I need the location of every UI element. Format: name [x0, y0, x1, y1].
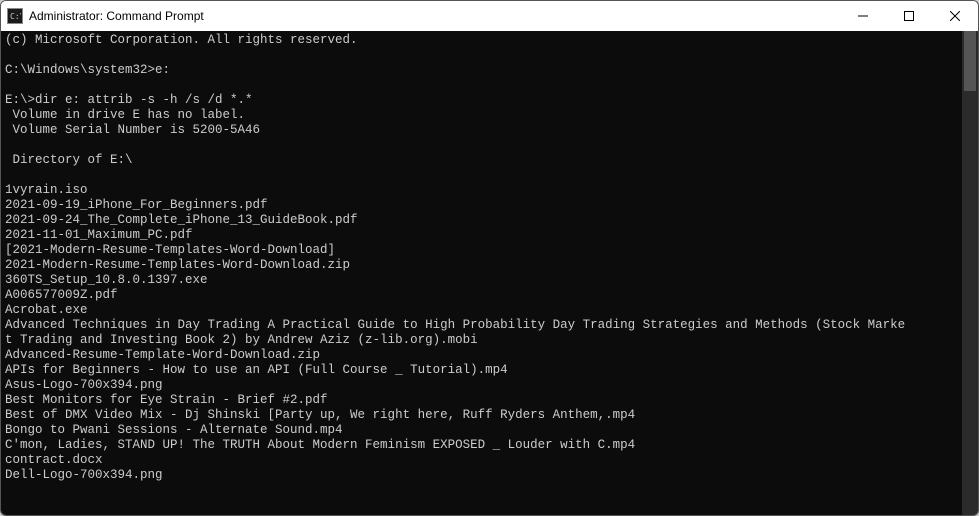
close-button[interactable]: [932, 1, 978, 31]
scrollbar[interactable]: [962, 31, 978, 515]
terminal-output[interactable]: (c) Microsoft Corporation. All rights re…: [1, 31, 962, 515]
window-controls: [840, 1, 978, 31]
scrollbar-thumb[interactable]: [964, 31, 976, 91]
maximize-button[interactable]: [886, 1, 932, 31]
titlebar[interactable]: C:\ Administrator: Command Prompt: [1, 1, 978, 31]
terminal-area: (c) Microsoft Corporation. All rights re…: [1, 31, 978, 515]
minimize-button[interactable]: [840, 1, 886, 31]
window-title: Administrator: Command Prompt: [29, 9, 840, 23]
command-prompt-window: C:\ Administrator: Command Prompt (c) Mi…: [0, 0, 979, 516]
cmd-icon: C:\: [7, 8, 23, 24]
svg-text:C:\: C:\: [10, 12, 21, 21]
